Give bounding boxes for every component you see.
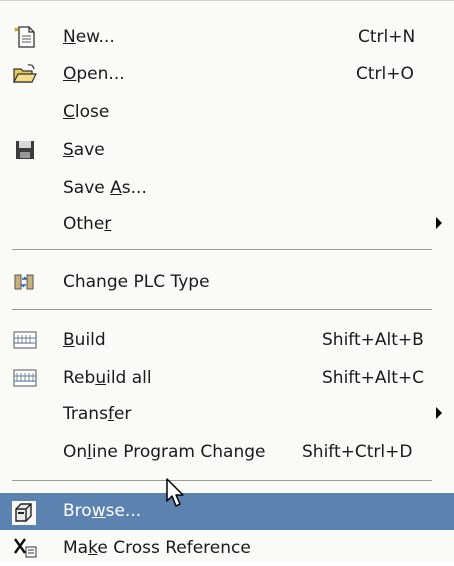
menu-item-transfer[interactable]: Transfer <box>0 396 454 432</box>
menu-item-make-cross-reference[interactable]: Make Cross Reference <box>0 530 454 566</box>
submenu-arrow-icon <box>436 217 442 229</box>
floppy-disk-icon <box>12 138 38 162</box>
menu-item-label: Change PLC Type <box>63 272 210 292</box>
shortcut-text: Ctrl+N <box>358 27 416 47</box>
shortcut-text: Ctrl+O <box>356 64 414 84</box>
menu-item-label: Online Program Change <box>63 442 266 462</box>
menu-item-change-plc-type[interactable]: Change PLC Type <box>0 264 454 300</box>
submenu-arrow-icon <box>436 407 442 419</box>
menu-item-build[interactable]: Build Shift+Alt+B <box>0 322 454 358</box>
menu-item-label: Open... <box>63 64 125 84</box>
menu-item-open[interactable]: Open... Ctrl+O <box>0 56 454 92</box>
menu-item-label: Transfer <box>63 404 132 424</box>
cross-reference-icon <box>12 536 38 560</box>
menu-item-label: Other <box>63 214 112 234</box>
menu-separator <box>12 249 432 251</box>
shortcut-text: Shift+Ctrl+D <box>302 442 413 462</box>
menu-separator <box>12 309 432 311</box>
browse-icon <box>10 499 36 525</box>
menu-item-label: New... <box>63 27 115 47</box>
menu-separator <box>12 480 432 482</box>
menu-item-label: Save As... <box>63 178 147 198</box>
menu-item-new[interactable]: New... Ctrl+N <box>0 19 454 55</box>
menu-item-other[interactable]: Other <box>0 206 454 242</box>
menu-item-label: Close <box>63 102 110 122</box>
shortcut-text: Shift+Alt+C <box>322 368 425 388</box>
rebuild-icon <box>12 366 38 390</box>
menu-item-save-as[interactable]: Save As... <box>0 170 454 206</box>
menu-item-label: Build <box>63 330 106 350</box>
menu-item-label: Make Cross Reference <box>63 538 251 558</box>
menu-item-browse[interactable]: Browse... <box>0 493 454 530</box>
file-menu: New... Ctrl+N Open... Ctrl+O Close Save <box>0 0 454 562</box>
menu-item-label: Browse... <box>63 501 142 521</box>
menu-item-close[interactable]: Close <box>0 94 454 130</box>
menu-item-label: Rebuild all <box>63 368 152 388</box>
menu-item-rebuild-all[interactable]: Rebuild all Shift+Alt+C <box>0 360 454 396</box>
change-plc-icon <box>12 270 38 294</box>
open-folder-icon <box>12 62 38 86</box>
build-icon <box>12 328 38 352</box>
mouse-cursor-icon <box>165 477 187 514</box>
menu-item-label: Save <box>63 140 105 160</box>
menu-item-save[interactable]: Save <box>0 132 454 168</box>
menu-item-online-program-change[interactable]: Online Program Change Shift+Ctrl+D <box>0 434 454 470</box>
shortcut-text: Shift+Alt+B <box>322 330 424 350</box>
new-file-icon <box>12 25 38 49</box>
